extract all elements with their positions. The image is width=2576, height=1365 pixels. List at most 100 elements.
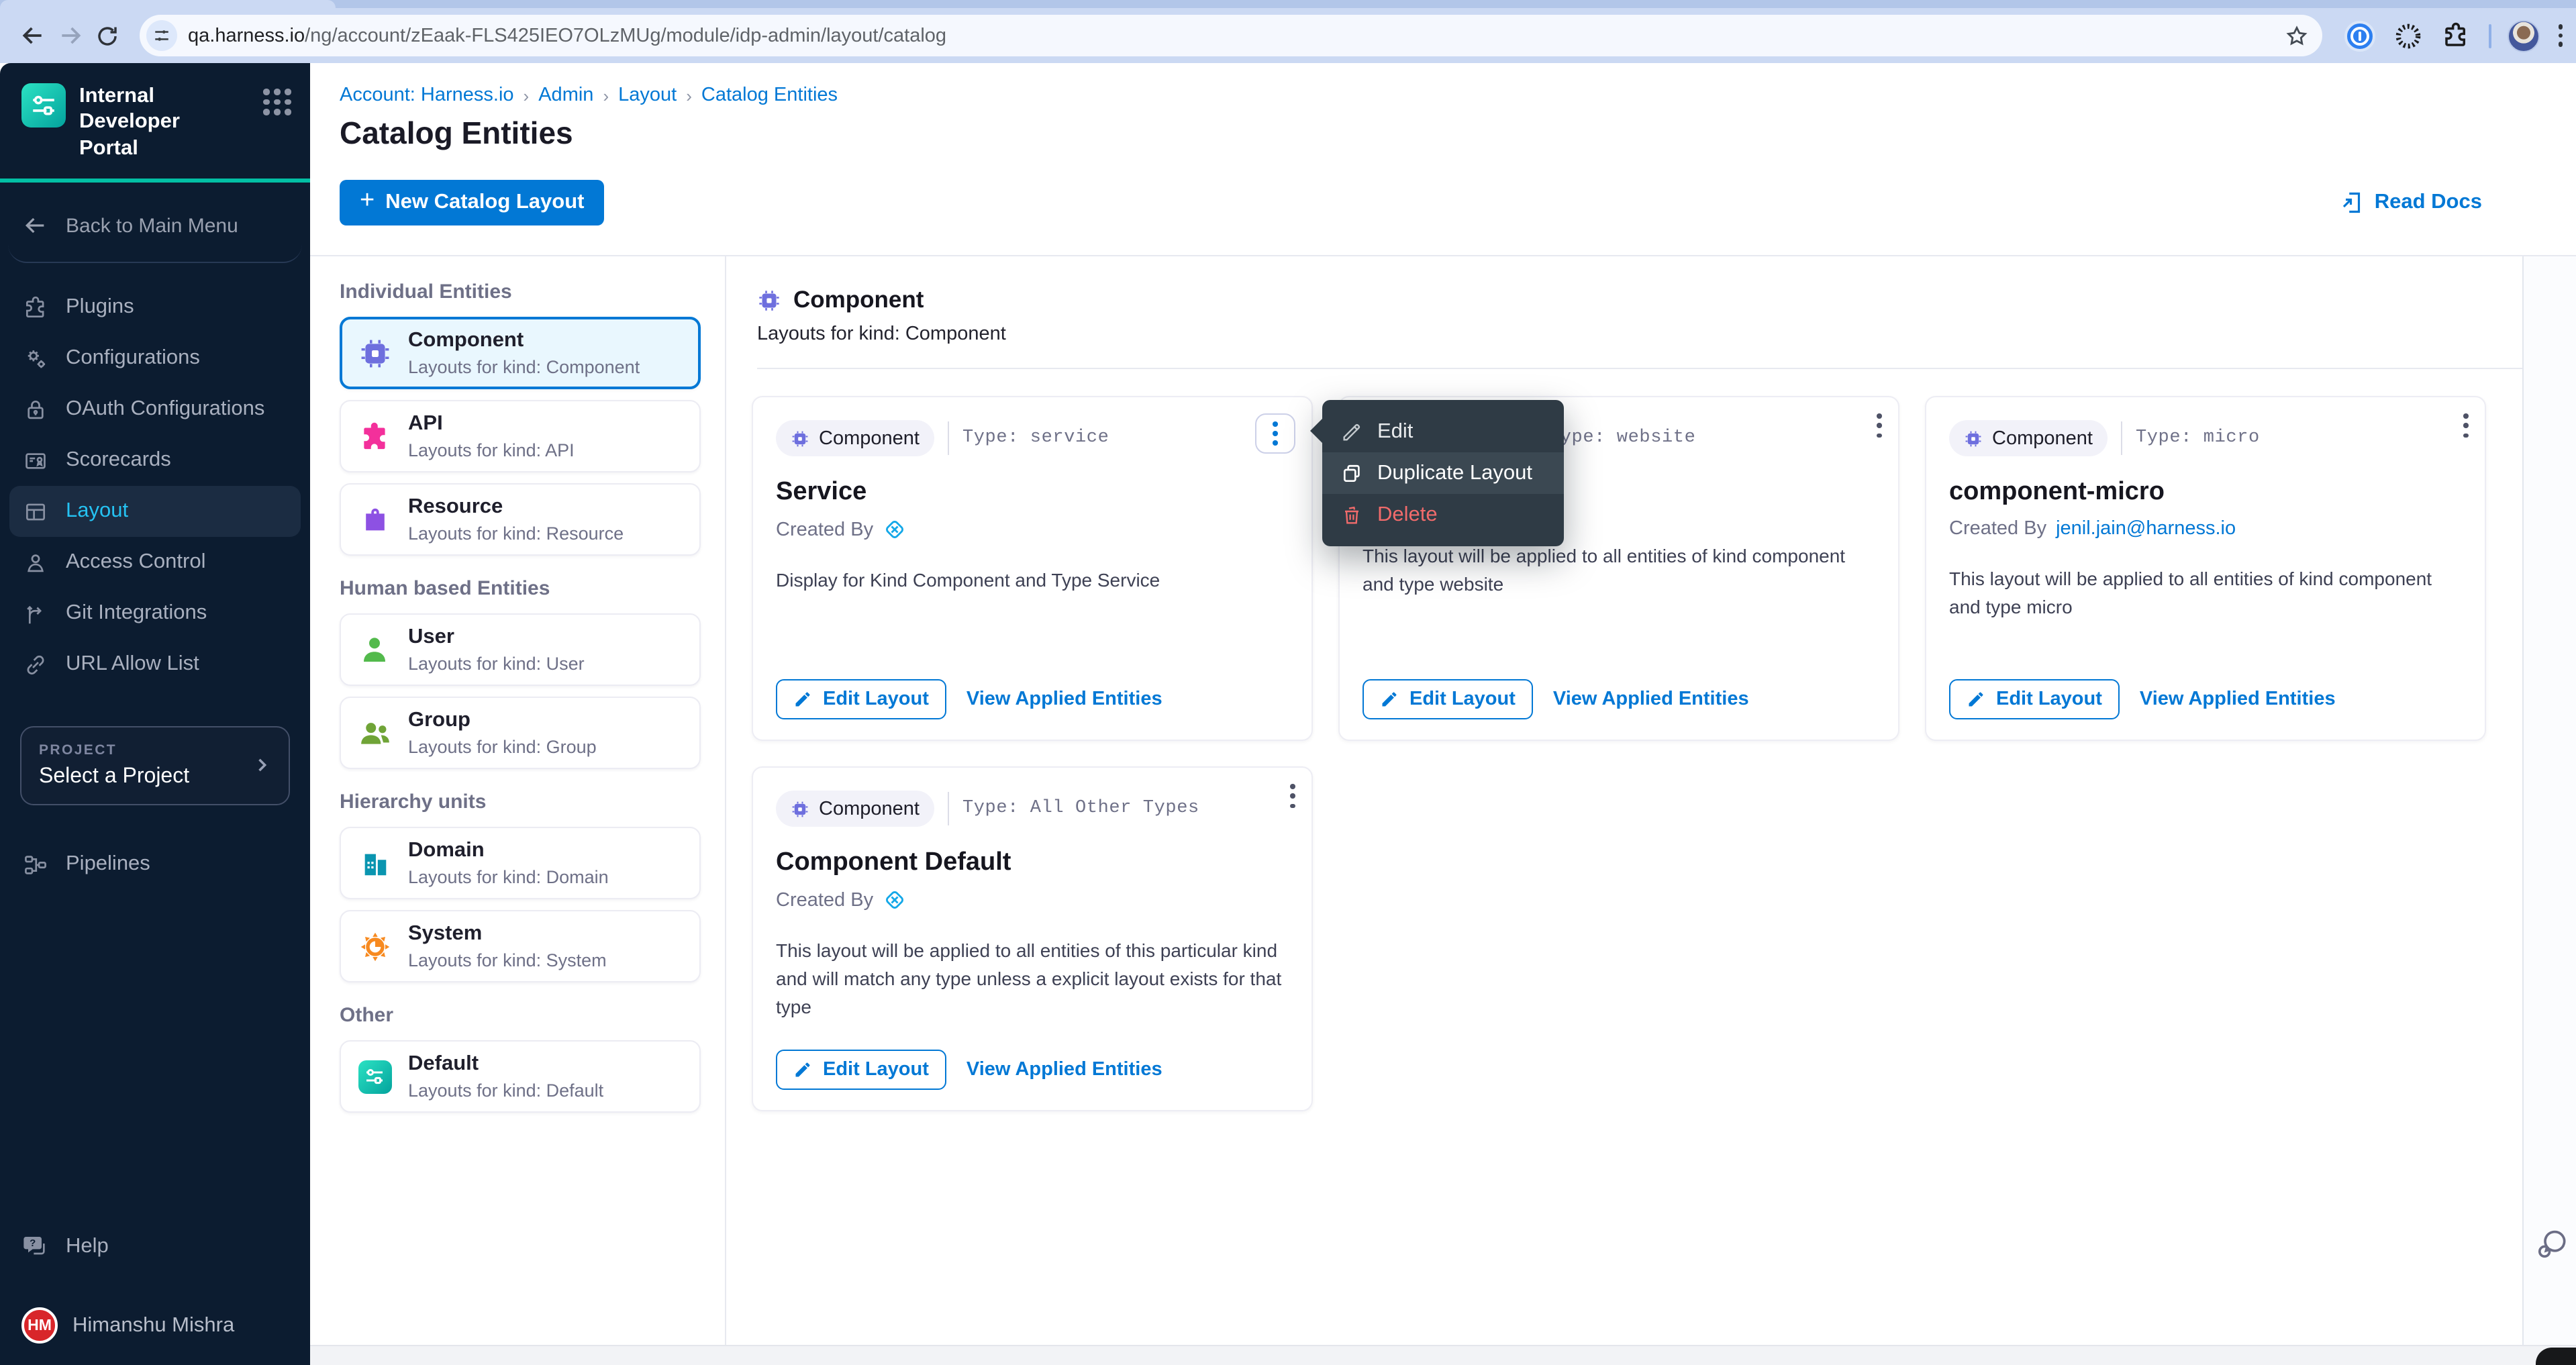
card-menu-kebab-icon[interactable] (1255, 413, 1295, 454)
chip-icon (1964, 429, 1983, 448)
edit-layout-button[interactable]: Edit Layout (1949, 679, 2120, 719)
breadcrumb-admin[interactable]: Admin (538, 85, 593, 106)
sidebar-item-help[interactable]: ? Help (0, 1221, 310, 1272)
trash-icon (1340, 503, 1363, 526)
view-applied-entities-link[interactable]: View Applied Entities (967, 1059, 1162, 1080)
view-applied-entities-link[interactable]: View Applied Entities (967, 689, 1162, 710)
site-settings-icon[interactable] (146, 20, 177, 51)
card-context-menu: Edit Duplicate Layout Delete (1322, 400, 1564, 546)
entity-kind-default[interactable]: DefaultLayouts for kind: Default (340, 1040, 701, 1113)
product-title: Internal Developer Portal (79, 83, 238, 161)
type-value: micro (2203, 428, 2260, 448)
back-icon[interactable] (13, 17, 51, 54)
pencil-icon (1380, 690, 1399, 709)
forward-icon[interactable] (51, 17, 89, 54)
kind-badge: Component (1949, 420, 2108, 456)
type-value: service (1030, 428, 1109, 448)
card-menu-kebab-icon[interactable] (1877, 413, 1882, 438)
group-icon (357, 715, 392, 750)
bookmark-star-icon[interactable] (2279, 18, 2314, 53)
section-heading: Individual Entities (340, 281, 701, 303)
url-text[interactable]: qa.harness.io/ng/account/zEaak-FLS425IEO… (188, 25, 2279, 46)
back-to-main-menu[interactable]: Back to Main Menu (0, 183, 310, 244)
edit-layout-button[interactable]: Edit Layout (776, 1050, 946, 1090)
sidebar-item-oauth-configurations[interactable]: OAuth Configurations (0, 384, 310, 435)
browser-profile-avatar[interactable] (2507, 19, 2539, 52)
sidebar-item-scorecards[interactable]: Scorecards (0, 435, 310, 486)
entity-kind-api[interactable]: APILayouts for kind: API (340, 400, 701, 472)
kind-badge: Component (776, 420, 934, 456)
footer-strip (310, 1345, 2576, 1365)
view-applied-entities-link[interactable]: View Applied Entities (2140, 689, 2336, 710)
badge-divider (2121, 421, 2122, 455)
chip-icon (791, 799, 809, 818)
context-menu-delete[interactable]: Delete (1322, 494, 1564, 536)
context-menu-edit[interactable]: Edit (1322, 411, 1564, 452)
sidebar-item-git-integrations[interactable]: Git Integrations (0, 588, 310, 639)
badge-divider (948, 792, 949, 825)
toolbar-divider (2488, 23, 2491, 48)
module-grid-icon[interactable] (263, 89, 291, 115)
type-value: All Other Types (1030, 799, 1199, 819)
creator-harness-icon (883, 518, 905, 541)
sidebar-item-configurations[interactable]: Configurations (0, 333, 310, 384)
copy-icon (1340, 462, 1363, 485)
layout-title: component-micro (1949, 478, 2462, 507)
idp-logo-icon (21, 83, 66, 128)
branch-arrows-icon (21, 600, 48, 627)
context-menu-duplicate-layout[interactable]: Duplicate Layout (1322, 452, 1564, 494)
card-menu-kebab-icon[interactable] (1290, 784, 1295, 809)
gears-icon (21, 345, 48, 372)
browser-chrome: qa.harness.io/ng/account/zEaak-FLS425IEO… (0, 0, 2576, 63)
bottom-corner-shape (2536, 1348, 2576, 1365)
sidebar-item-layout[interactable]: Layout (9, 486, 301, 537)
password-manager-extension-icon[interactable] (2342, 18, 2377, 53)
read-docs-link[interactable]: Read Docs (2340, 191, 2482, 215)
entity-kind-user[interactable]: UserLayouts for kind: User (340, 613, 701, 686)
page-title: Catalog Entities (340, 115, 2576, 152)
view-applied-entities-link[interactable]: View Applied Entities (1553, 689, 1749, 710)
new-catalog-layout-button[interactable]: + New Catalog Layout (340, 180, 605, 225)
type-value: website (1617, 428, 1696, 448)
reload-icon[interactable] (89, 17, 126, 54)
extensions-puzzle-icon[interactable] (2438, 18, 2473, 53)
project-label: PROJECT (39, 742, 271, 758)
kind-badge: Component (776, 791, 934, 827)
buildings-icon (357, 846, 392, 880)
chat-support-icon[interactable] (2534, 1227, 2569, 1262)
breadcrumb-layout[interactable]: Layout (618, 85, 677, 106)
card-menu-kebab-icon[interactable] (2463, 413, 2469, 438)
pencil-icon (1967, 690, 1985, 709)
layout-description: This layout will be applied to all entit… (1949, 565, 2462, 621)
breadcrumb-catalog-entities[interactable]: Catalog Entities (701, 85, 838, 106)
spinner-extension-icon[interactable] (2390, 18, 2425, 53)
active-tab[interactable] (0, 0, 336, 8)
browser-tabstrip (0, 0, 2576, 8)
entity-kind-domain[interactable]: DomainLayouts for kind: Domain (340, 827, 701, 899)
sidebar-item-access-control[interactable]: Access Control (0, 537, 310, 588)
edit-layout-button[interactable]: Edit Layout (776, 679, 946, 719)
entity-kind-resource[interactable]: ResourceLayouts for kind: Resource (340, 483, 701, 556)
user-profile[interactable]: HM Himanshu Mishra (0, 1307, 310, 1344)
address-bar[interactable]: qa.harness.io/ng/account/zEaak-FLS425IEO… (140, 15, 2322, 56)
chevron-sep-icon: › (524, 85, 530, 105)
sidebar-item-plugins[interactable]: Plugins (0, 282, 310, 333)
breadcrumb-account[interactable]: Account: Harness.io (340, 85, 514, 106)
entity-kind-system[interactable]: SystemLayouts for kind: System (340, 910, 701, 982)
link-icon (21, 651, 48, 678)
creator-email-link[interactable]: jenil.jain@harness.io (2056, 518, 2236, 540)
sidebar-item-url-allow-list[interactable]: URL Allow List (0, 639, 310, 690)
screen: qa.harness.io/ng/account/zEaak-FLS425IEO… (0, 0, 2576, 1365)
pencil-icon (793, 1060, 812, 1079)
layout-title: Service (776, 478, 1289, 507)
browser-menu-icon[interactable] (2558, 25, 2563, 47)
sidebar-item-pipelines[interactable]: Pipelines (0, 839, 310, 890)
scorecard-icon (21, 447, 48, 474)
section-heading: Hierarchy units (340, 791, 701, 813)
project-selector[interactable]: PROJECT Select a Project (21, 727, 289, 804)
entity-kind-component[interactable]: ComponentLayouts for kind: Component (340, 317, 701, 389)
entity-kind-group[interactable]: GroupLayouts for kind: Group (340, 697, 701, 769)
puzzle-icon (21, 294, 48, 321)
layout-description: This layout will be applied to all entit… (1363, 542, 1875, 599)
edit-layout-button[interactable]: Edit Layout (1363, 679, 1533, 719)
